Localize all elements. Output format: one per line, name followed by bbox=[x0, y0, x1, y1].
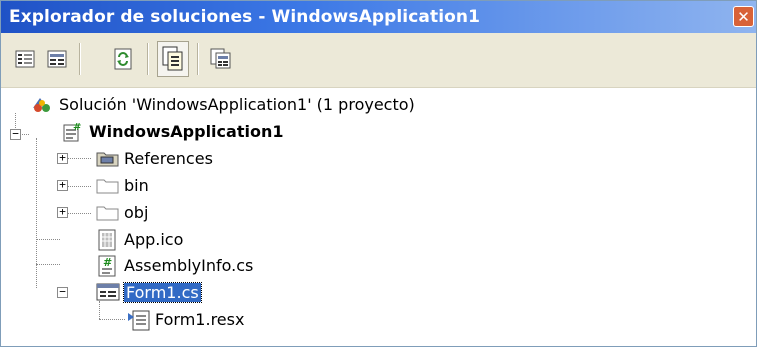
tree-item-bin[interactable]: bin bbox=[96, 173, 149, 197]
view-code-button[interactable] bbox=[157, 41, 189, 77]
ico-file-icon bbox=[96, 229, 118, 251]
show-all-files-button[interactable] bbox=[43, 45, 71, 73]
refresh-button[interactable] bbox=[109, 45, 137, 73]
expand-toggle[interactable]: + bbox=[57, 206, 68, 218]
tree-connector-line bbox=[36, 264, 60, 265]
solution-tree: Solución 'WindowsApplication1' (1 proyec… bbox=[1, 89, 756, 346]
collapse-toggle[interactable]: − bbox=[10, 128, 21, 140]
title-bar[interactable]: Explorador de soluciones - WindowsApplic… bbox=[1, 1, 756, 33]
folder-icon bbox=[96, 175, 119, 195]
tree-item-label: Form1.cs bbox=[123, 281, 202, 303]
toolbar-separator bbox=[147, 43, 149, 75]
expand-toggle[interactable]: + bbox=[57, 152, 68, 164]
tree-item-label: Form1.resx bbox=[155, 309, 245, 329]
svg-text:#: # bbox=[73, 122, 81, 133]
close-button[interactable]: ✕ bbox=[733, 6, 754, 27]
view-code-icon bbox=[162, 46, 183, 71]
tree-connector-line bbox=[67, 186, 91, 187]
tree-item-solution[interactable]: Solución 'WindowsApplication1' (1 proyec… bbox=[31, 92, 415, 116]
tree-connector-line bbox=[99, 319, 125, 320]
tree-item-label: WindowsApplication1 bbox=[89, 121, 284, 141]
view-designer-button[interactable] bbox=[207, 45, 235, 73]
references-folder-icon bbox=[96, 148, 119, 168]
properties-icon bbox=[15, 50, 35, 68]
tree-item-label: bin bbox=[124, 175, 149, 195]
cs-file-icon: # bbox=[96, 255, 118, 277]
view-designer-icon bbox=[210, 48, 231, 69]
svg-text:#: # bbox=[103, 256, 112, 269]
tree-item-obj[interactable]: obj bbox=[96, 200, 148, 224]
tree-item-references[interactable]: References bbox=[96, 146, 213, 170]
resx-file-icon bbox=[127, 309, 150, 331]
csharp-project-icon: # bbox=[61, 121, 83, 142]
tree-item-label: AssemblyInfo.cs bbox=[124, 255, 254, 275]
show-all-files-icon bbox=[47, 50, 67, 68]
expand-toggle[interactable]: + bbox=[57, 179, 68, 191]
window-title: Explorador de soluciones - WindowsApplic… bbox=[9, 7, 481, 27]
properties-button[interactable] bbox=[11, 45, 39, 73]
tree-item-label: References bbox=[124, 148, 213, 168]
toolbar bbox=[1, 33, 756, 88]
tree-item-project[interactable]: # WindowsApplication1 bbox=[61, 119, 283, 143]
tree-item-form1-resx[interactable]: Form1.resx bbox=[127, 307, 244, 331]
folder-icon bbox=[96, 202, 119, 222]
refresh-icon bbox=[114, 48, 132, 70]
tree-item-app-ico[interactable]: App.ico bbox=[96, 227, 183, 251]
tree-item-label: App.ico bbox=[124, 229, 184, 249]
tree-item-form1-cs[interactable]: Form1.cs bbox=[96, 280, 202, 304]
tree-connector-line bbox=[67, 213, 91, 214]
tree-item-label: obj bbox=[124, 202, 149, 222]
toolbar-separator bbox=[197, 43, 199, 75]
tree-item-assemblyinfo[interactable]: # AssemblyInfo.cs bbox=[96, 253, 253, 277]
solution-explorer-window: Explorador de soluciones - WindowsApplic… bbox=[0, 0, 757, 347]
solution-icon bbox=[31, 94, 53, 114]
form-file-icon bbox=[96, 282, 120, 302]
toolbar-separator bbox=[79, 43, 81, 75]
tree-connector-line bbox=[36, 138, 37, 288]
collapse-toggle[interactable]: − bbox=[57, 286, 68, 298]
tree-item-label: Solución 'WindowsApplication1' (1 proyec… bbox=[59, 94, 415, 114]
tree-connector-line bbox=[67, 158, 91, 159]
tree-connector-line bbox=[36, 239, 60, 240]
